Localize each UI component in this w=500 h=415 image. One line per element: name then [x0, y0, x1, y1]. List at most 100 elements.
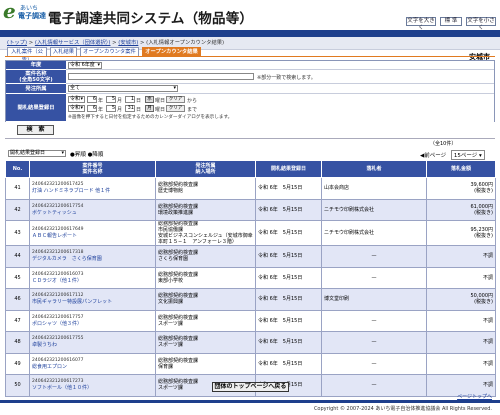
table-row: 44 240642321200617318 デジタルカメラ さくら保育園 総務部契約検… — [5, 245, 496, 268]
row-price: 不調 — [426, 309, 496, 332]
table-row: 43 240642321200617649 ＡＢＣ報告レポート 総務部契約検査課 市民協… — [5, 220, 496, 246]
to-era-select[interactable]: 令和 — [68, 105, 85, 112]
row-price: 不調 — [426, 352, 496, 375]
from-month-input[interactable]: 5 — [106, 96, 116, 103]
result-count: （全10件） — [430, 141, 457, 147]
col-dept: 発注所属 納入場所 — [155, 160, 256, 178]
breadcrumb-top[interactable]: (トップ) — [7, 40, 27, 46]
dept-select[interactable]: 全て — [68, 85, 178, 92]
row-winner: ニチモウ印刷株式会社 — [321, 198, 427, 221]
breadcrumb-city[interactable]: (安城市) — [118, 40, 138, 46]
col-winner: 落札者 — [321, 160, 427, 178]
col-price: 落札金額 — [426, 160, 496, 178]
from-era-select[interactable]: 令和 — [68, 96, 85, 103]
tab-bid-result[interactable]: 入札結果 — [50, 47, 77, 56]
row-winner: 山本会商店 — [321, 177, 427, 200]
case-title-link[interactable]: ボケットティッシュ — [32, 210, 77, 216]
tab-bid-notice[interactable]: 入札案件（公告） — [7, 47, 47, 63]
table-header: No. 案件番号 案件名称 発注所属 納入場所 開札結果登録日 落札者 落札金額 — [5, 160, 496, 178]
row-date: 令和 6年 5月15日 — [255, 288, 322, 311]
row-date: 令和 6年 5月15日 — [255, 266, 322, 289]
tab-underline — [5, 56, 495, 57]
row-no: 47 — [5, 309, 30, 332]
logo-text: 電子調達 — [18, 12, 46, 20]
year-select[interactable]: 令和 6年度 — [68, 62, 102, 69]
font-large-button[interactable]: 文字を大きく — [406, 17, 436, 31]
from-year-input[interactable]: 6 — [87, 96, 97, 103]
row-case: 240642321200617112 市民ギャラリー特設展パンフレット — [29, 288, 156, 311]
pager: ◀前ページ 15ページ ▾ — [420, 150, 485, 160]
font-small-button[interactable]: 文字を小さく — [466, 17, 496, 31]
row-case: 240642321200617273 ソフトボール（他１０件） — [29, 374, 156, 397]
dept-label: 発注所属 — [6, 84, 66, 94]
to-weekday-calendar-button[interactable]: 月 — [145, 105, 154, 112]
font-standard-button[interactable]: 標 準 — [440, 17, 462, 26]
to-clear-button[interactable]: クリア — [166, 105, 185, 112]
case-title-link[interactable]: ＡＢＣ報告レポート — [32, 233, 77, 239]
to-year-input[interactable]: 6 — [87, 105, 97, 112]
case-title-link[interactable]: 市民ギャラリー特設展パンフレット — [32, 299, 112, 305]
row-case: 240642321200617757 ポロシャツ（他３件） — [29, 309, 156, 332]
title-label: 案件名称 (全角50文字) — [6, 70, 66, 84]
from-clear-button[interactable]: クリア — [166, 96, 185, 103]
row-case: 240642321200617318 デジタルカメラ さくら保育園 — [29, 245, 156, 268]
row-date: 令和 6年 5月15日 — [255, 220, 322, 246]
title-input[interactable] — [68, 73, 254, 80]
table-row: 49 240642321200616077 総食用エプロン 総務部契約検査課 保育課 令和… — [5, 352, 496, 375]
header-bar — [0, 30, 500, 37]
row-winner: — — [321, 352, 427, 375]
table-row: 47 240642321200617757 ポロシャツ（他３件） 総務部契約検査課 スポ… — [5, 309, 496, 332]
date-label: 開札結果登録日 — [6, 94, 66, 122]
row-no: 44 — [5, 245, 30, 268]
row-dept: 総務部契約検査課 スポーツ課 — [155, 331, 256, 354]
case-title-link[interactable]: ソフトボール（他１０件） — [32, 385, 92, 391]
row-no: 46 — [5, 288, 30, 311]
row-no: 48 — [5, 331, 30, 354]
case-title-link[interactable]: デジタルカメラ さくら保育園 — [32, 256, 102, 262]
case-title-link[interactable]: ＣＤラジオ（他１件） — [32, 278, 82, 284]
search-form: 年度 令和 6年度 案件名称(全角50文字) ※部分一致で検索します。 発注所属… — [5, 60, 495, 122]
row-no: 41 — [5, 177, 30, 200]
row-date: 令和 6年 5月15日 — [255, 198, 322, 221]
case-title-link[interactable]: 卓製うちわ — [32, 342, 57, 348]
row-winner: — — [321, 266, 427, 289]
to-month-input[interactable]: 5 — [106, 105, 116, 112]
from-weekday-calendar-button[interactable]: 水 — [145, 96, 154, 103]
from-day-input[interactable]: 1 — [125, 96, 135, 103]
row-price: 61,000円 (税抜き) — [426, 198, 496, 221]
table-row: 46 240642321200617112 市民ギャラリー特設展パンフレット 総務部契… — [5, 288, 496, 311]
to-day-input[interactable]: 31 — [125, 105, 135, 112]
table-row: 48 240642321200617755 卓製うちわ 総務部契約検査課 スポーツ課 令和… — [5, 331, 496, 354]
year-label: 年度 — [6, 61, 66, 70]
table-row: 42 240642321200617754 ボケットティッシュ 総務部契約検査課 環境政… — [5, 198, 496, 221]
back-to-org-top-button[interactable]: 団体のトップページへ戻る — [212, 382, 289, 392]
row-price: 不調 — [426, 245, 496, 268]
col-no: No. — [5, 160, 30, 178]
row-date: 令和 6年 5月15日 — [255, 245, 322, 268]
row-price: 95,230円 (税抜き) — [426, 220, 496, 246]
row-case: 240642321200617649 ＡＢＣ報告レポート — [29, 220, 156, 246]
breadcrumb-service[interactable]: (入札情報サービス（団体選択）) — [35, 40, 111, 46]
row-dept: 総務部契約検査課 さくら保育園 — [155, 245, 256, 268]
case-title-link[interactable]: 灯油 ハンドミネラブロード 他１件 — [32, 188, 110, 194]
row-price: 39,600円 (税抜き) — [426, 177, 496, 200]
prev-page-link[interactable]: 前ページ — [424, 153, 446, 159]
row-date: 令和 6年 5月15日 — [255, 177, 322, 200]
table-row: 45 240642321200616073 ＣＤラジオ（他１件） 総務部契約検査課 東部… — [5, 266, 496, 289]
case-title-link[interactable]: 総食用エプロン — [32, 364, 67, 370]
row-date: 令和 6年 5月15日 — [255, 309, 322, 332]
row-case: 240642321200617425 灯油 ハンドミネラブロード 他１件 — [29, 177, 156, 200]
col-case: 案件番号 案件名称 — [29, 160, 156, 178]
case-title-link[interactable]: ポロシャツ（他３件） — [32, 321, 82, 327]
divider — [5, 138, 495, 139]
search-button[interactable]: 検 索 — [17, 125, 54, 135]
row-winner: ニチモウ印刷株式会社 — [321, 220, 427, 246]
tab-open-counter[interactable]: オープンカウンタ案件 — [80, 47, 139, 56]
page-size-select[interactable]: 15ページ ▾ — [450, 150, 485, 160]
tab-open-counter-result[interactable]: オープンカウンタ結果 — [142, 47, 201, 56]
page-top-link[interactable]: ページトップへ — [457, 393, 492, 400]
row-dept: 総務部契約検査課 市民協働課 安城ビジネスコンシェルジュ（安城市御幸本町１５−１ ア… — [155, 220, 256, 246]
row-price: 不調 — [426, 331, 496, 354]
sort-field-select[interactable]: 開札結果登録日 — [8, 150, 66, 157]
row-dept: 総務部契約検査課 環境政策推進課 — [155, 198, 256, 221]
